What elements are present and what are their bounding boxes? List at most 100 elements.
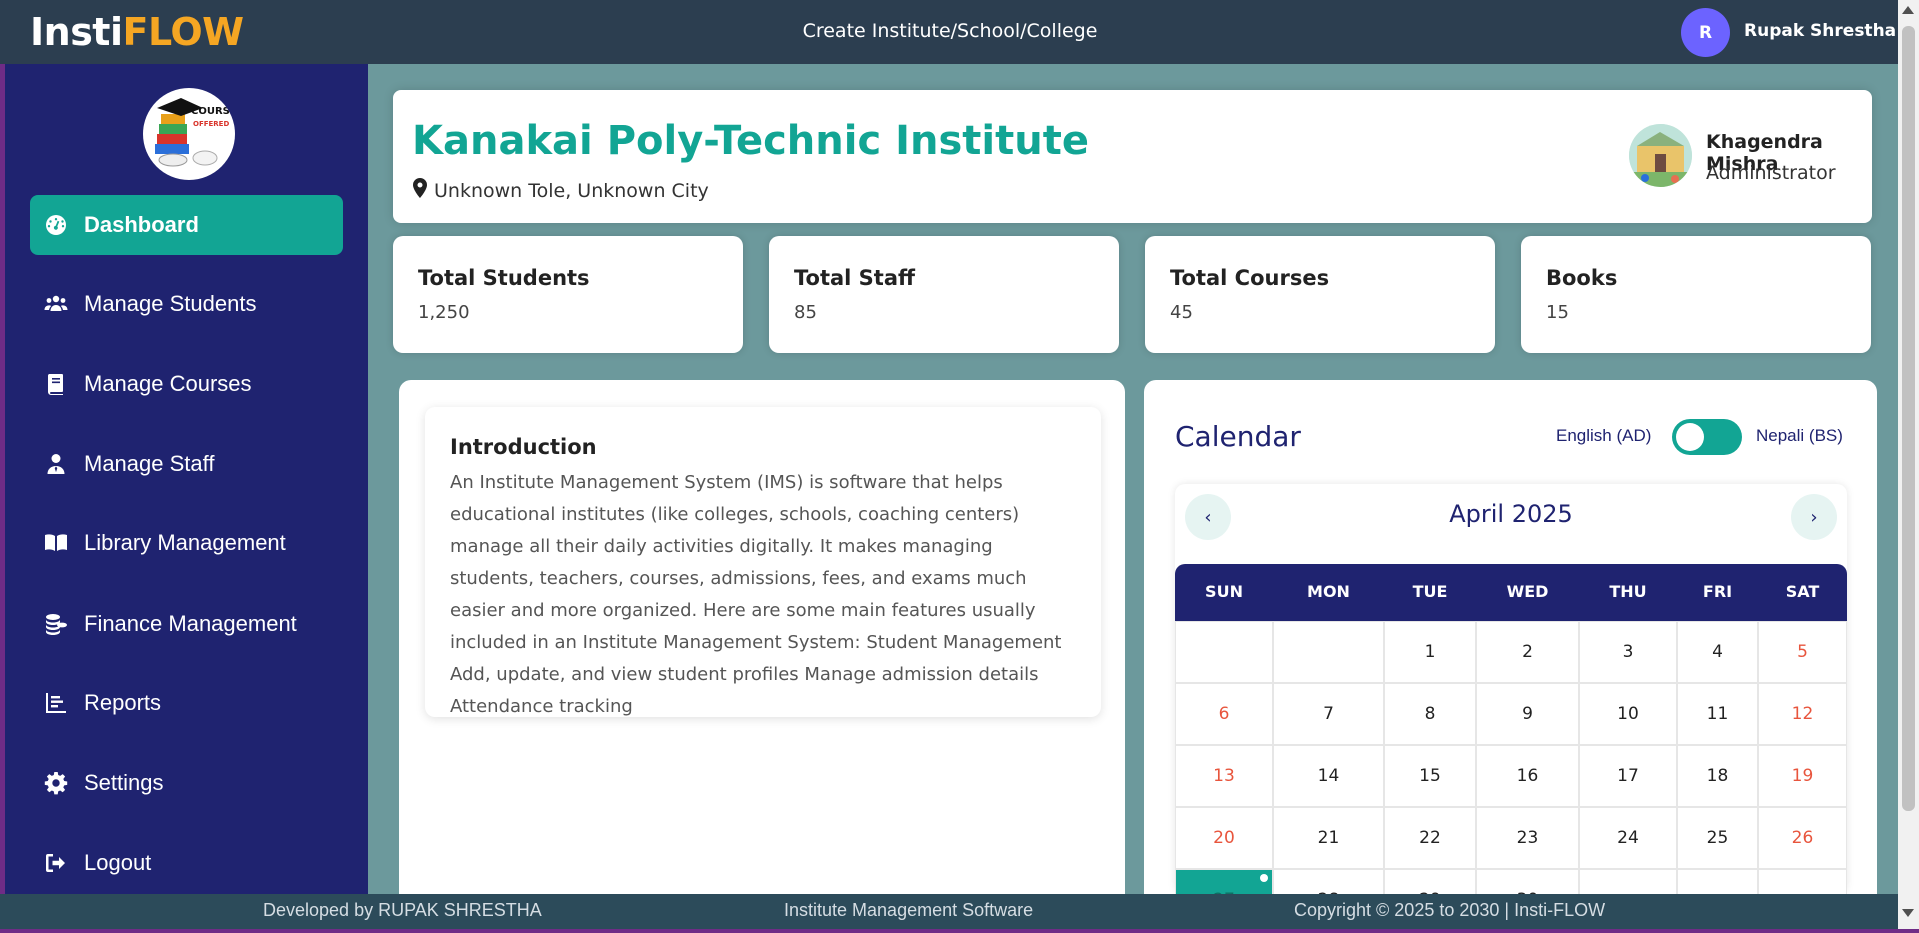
calendar-day-25[interactable]: 25 — [1677, 807, 1758, 869]
calendar-day-28[interactable]: 28 — [1273, 869, 1384, 894]
user-name[interactable]: Rupak Shrestha — [1744, 21, 1896, 41]
introduction-card: Introduction An Institute Management Sys… — [425, 407, 1101, 717]
calendar-day-number: 10 — [1617, 704, 1639, 724]
month-label: April 2025 — [1449, 500, 1573, 528]
calendar-day-empty — [1175, 621, 1273, 683]
sidebar-item-label: Settings — [84, 770, 164, 795]
calendar-day-21[interactable]: 21 — [1273, 807, 1384, 869]
next-month-button[interactable]: › — [1791, 494, 1837, 540]
calendar-day-6[interactable]: 6 — [1175, 683, 1273, 745]
calendar-day-20[interactable]: 20 — [1175, 807, 1273, 869]
stat-card-total-students: Total Students 1,250 — [393, 236, 743, 353]
sidebar-item-settings[interactable]: Settings — [30, 753, 343, 813]
calendar-day-19[interactable]: 19 — [1758, 745, 1847, 807]
footer: Developed by RUPAK SHRESTHA Institute Ma… — [0, 894, 1898, 929]
sidebar-item-dashboard[interactable]: Dashboard — [30, 195, 343, 255]
scroll-down-arrow-icon[interactable] — [1902, 909, 1914, 917]
calendar-day-number: 2 — [1522, 642, 1533, 662]
calendar-widget: ‹ April 2025 › SUN MON TUE WED THU FRI S… — [1175, 484, 1847, 894]
stat-label: Total Students — [418, 266, 590, 290]
dashboard-icon — [42, 211, 70, 239]
stat-value: 45 — [1170, 302, 1193, 323]
calendar-day-4[interactable]: 4 — [1677, 621, 1758, 683]
institute-header-card: Kanakai Poly-Technic Institute Unknown T… — [393, 90, 1872, 223]
calendar-day-number: 20 — [1213, 828, 1235, 848]
calendar-day-27[interactable]: 27 — [1175, 869, 1273, 894]
calendar-day-number: 23 — [1516, 828, 1539, 848]
calendar-day-26[interactable]: 26 — [1758, 807, 1847, 869]
institute-address: Unknown Tole, Unknown City — [412, 178, 709, 203]
calendar-day-number: 6 — [1218, 704, 1230, 724]
sidebar-item-finance-management[interactable]: Finance Management — [30, 594, 343, 654]
create-institute-link[interactable]: Create Institute/School/College — [740, 20, 1160, 42]
svg-text:OFFERED: OFFERED — [193, 120, 229, 128]
calendar-day-number: 4 — [1712, 642, 1723, 662]
calendar-day-15[interactable]: 15 — [1384, 745, 1476, 807]
sidebar-item-library-management[interactable]: Library Management — [30, 513, 343, 573]
calendar-day-3[interactable]: 3 — [1579, 621, 1677, 683]
calendar-day-16[interactable]: 16 — [1476, 745, 1579, 807]
calendar-day-11[interactable]: 11 — [1677, 683, 1758, 745]
weekday-thu: THU — [1609, 582, 1647, 601]
calendar-day-18[interactable]: 18 — [1677, 745, 1758, 807]
sidebar-item-manage-students[interactable]: Manage Students — [30, 274, 343, 334]
calendar-day-2[interactable]: 2 — [1476, 621, 1579, 683]
calendar-day-number: 15 — [1419, 766, 1441, 786]
calendar-day-29[interactable]: 29 — [1384, 869, 1476, 894]
coins-icon — [42, 610, 70, 638]
weekday-sat: SAT — [1785, 582, 1820, 601]
sidebar-item-logout[interactable]: Logout — [30, 833, 343, 893]
footer-developer: Developed by RUPAK SHRESTHA — [263, 900, 542, 920]
calendar-day-22[interactable]: 22 — [1384, 807, 1476, 869]
sidebar-item-manage-courses[interactable]: Manage Courses — [30, 354, 343, 414]
location-pin-icon — [412, 178, 434, 203]
sidebar-item-manage-staff[interactable]: Manage Staff — [30, 434, 343, 494]
footer-title: Institute Management Software — [784, 900, 1034, 920]
calendar-day-8[interactable]: 8 — [1384, 683, 1476, 745]
calendar-day-17[interactable]: 17 — [1579, 745, 1677, 807]
brand-logo[interactable]: InstiFLOW — [30, 10, 244, 54]
calendar-day-23[interactable]: 23 — [1476, 807, 1579, 869]
scroll-thumb[interactable] — [1902, 26, 1915, 811]
weekday-tue: TUE — [1412, 582, 1448, 601]
user-tie-icon — [42, 450, 70, 478]
sidebar-item-label: Logout — [84, 850, 152, 875]
today-indicator — [1260, 874, 1268, 882]
footer-copyright: Copyright © 2025 to 2030 | Insti-FLOW — [1294, 900, 1606, 920]
calendar-day-7[interactable]: 7 — [1273, 683, 1384, 745]
stat-label: Books — [1546, 266, 1618, 290]
calendar-day-14[interactable]: 14 — [1273, 745, 1384, 807]
weekday-wed: WED — [1506, 582, 1549, 601]
stat-value: 85 — [794, 302, 817, 323]
calendar-day-number: 5 — [1797, 642, 1808, 662]
calendar-day-12[interactable]: 12 — [1758, 683, 1847, 745]
calendar-day-10[interactable]: 10 — [1579, 683, 1677, 745]
admin-avatar[interactable] — [1629, 124, 1692, 187]
weekday-mon: MON — [1307, 582, 1350, 601]
calendar-day-9[interactable]: 9 — [1476, 683, 1579, 745]
stat-value: 15 — [1546, 302, 1569, 323]
top-navbar: InstiFLOW Create Institute/School/Colleg… — [0, 0, 1898, 64]
user-avatar[interactable]: R — [1681, 8, 1730, 57]
main-content: Kanakai Poly-Technic Institute Unknown T… — [368, 64, 1898, 894]
page-scrollbar[interactable] — [1898, 0, 1919, 929]
svg-text:COURSES: COURSES — [191, 106, 235, 117]
scroll-up-arrow-icon[interactable] — [1902, 6, 1914, 14]
sidebar-item-label: Manage Students — [84, 291, 257, 316]
lang-english-label: English (AD) — [1556, 426, 1652, 445]
calendar-day-30[interactable]: 30 — [1476, 869, 1579, 894]
calendar-day-24[interactable]: 24 — [1579, 807, 1677, 869]
sidebar-item-label: Library Management — [84, 530, 286, 555]
calendar-language-toggle[interactable] — [1672, 419, 1742, 455]
sidebar-item-label: Finance Management — [84, 611, 297, 636]
introduction-text: An Institute Management System (IMS) is … — [450, 472, 1062, 717]
sidebar-item-reports[interactable]: Reports — [30, 673, 343, 733]
intro-panel: Introduction An Institute Management Sys… — [399, 380, 1125, 894]
calendar-day-number: 25 — [1706, 828, 1729, 848]
calendar-day-1[interactable]: 1 — [1384, 621, 1476, 683]
calendar-day-5[interactable]: 5 — [1758, 621, 1847, 683]
sidebar-item-label: Dashboard — [84, 212, 199, 237]
stat-card-total-courses: Total Courses 45 — [1145, 236, 1495, 353]
stat-label: Total Courses — [1170, 266, 1330, 290]
calendar-day-13[interactable]: 13 — [1175, 745, 1273, 807]
